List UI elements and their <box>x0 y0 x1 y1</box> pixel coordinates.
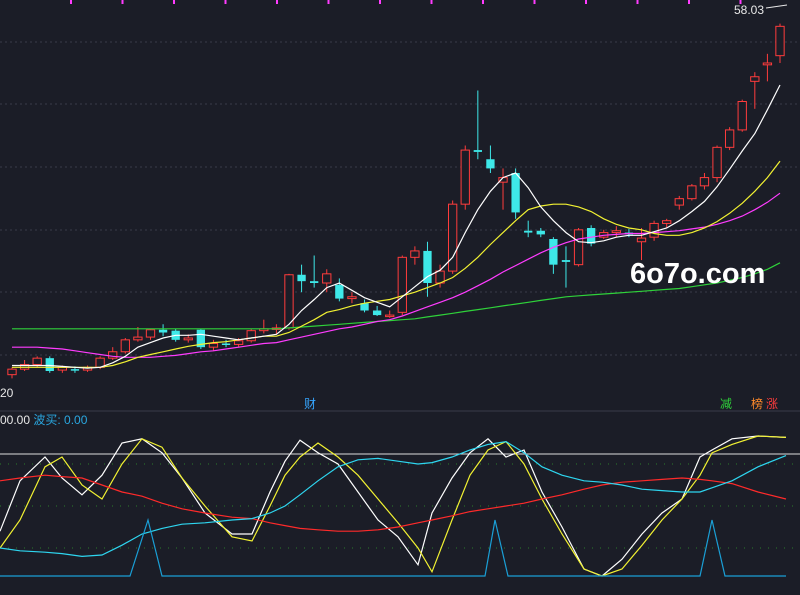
candle-body <box>410 250 420 258</box>
candle-body <box>712 146 722 179</box>
candle-body <box>511 173 520 213</box>
top-tick <box>70 0 72 4</box>
candle-body <box>473 150 482 152</box>
candle-body <box>32 357 42 366</box>
candle-body <box>120 339 130 353</box>
candle-body <box>246 330 256 342</box>
candle-body <box>662 220 672 224</box>
left-axis-value: 20 <box>0 386 14 400</box>
candle-body <box>524 230 533 233</box>
high-price-label: 58.03 <box>733 3 764 17</box>
indicator-slow-line <box>0 474 787 532</box>
candle-body <box>536 230 545 235</box>
top-tick <box>121 0 124 4</box>
candle-body <box>108 351 118 359</box>
candle-body <box>297 274 306 282</box>
candle-body <box>347 296 357 300</box>
candle-body <box>335 284 344 299</box>
candle-body <box>322 273 332 284</box>
top-tick <box>224 0 227 4</box>
candle-body <box>699 177 710 187</box>
indicator-value-1: 00.00 <box>0 413 31 427</box>
top-tick <box>327 0 330 4</box>
indicator-readout: 00.00 波买: 0.00 <box>0 413 87 427</box>
candle-body <box>724 129 735 148</box>
candle-body <box>145 329 156 338</box>
stock-chart-window: 58.03 20 财 减 榜 涨 00.00 波买: 0.00 6o7o.com <box>0 0 800 595</box>
candlestick-chart <box>0 0 800 577</box>
candle-body <box>737 101 747 131</box>
candle-body <box>573 229 584 266</box>
ma5-line <box>12 84 781 369</box>
top-tick <box>276 0 278 4</box>
high-price-pointer <box>765 4 788 9</box>
reduce-marker[interactable]: 减 <box>720 397 732 411</box>
candle-body <box>460 149 470 205</box>
candle-body <box>775 25 785 57</box>
candle-body <box>208 343 219 348</box>
candle-body <box>183 337 193 341</box>
candle-body <box>762 62 773 66</box>
top-tick <box>173 0 175 4</box>
financial-report-marker[interactable]: 财 <box>304 397 316 411</box>
indicator-value-2: 0.00 <box>60 413 88 427</box>
candle-body <box>158 329 168 333</box>
candle-body <box>221 343 231 345</box>
candle-body <box>7 368 17 376</box>
candle-body <box>687 185 697 200</box>
indicator-cyan-line <box>0 440 787 558</box>
candle-body <box>133 336 143 341</box>
candle-body <box>486 159 495 169</box>
candle-body <box>611 230 621 234</box>
candle-body <box>561 260 571 262</box>
indicator-name: 波买: <box>33 413 61 427</box>
top-tick <box>379 0 381 4</box>
candle-body <box>397 256 407 313</box>
top-tick <box>636 0 639 4</box>
top-tick <box>688 0 690 4</box>
candle-body <box>284 274 294 329</box>
candle-body <box>636 237 647 243</box>
dragon-list-marker[interactable]: 榜 <box>751 397 763 411</box>
top-tick <box>430 0 433 4</box>
candle-body <box>45 358 54 371</box>
candle-body <box>674 198 684 206</box>
candle-body <box>385 314 395 318</box>
top-tick <box>533 0 536 4</box>
candle-body <box>549 239 558 265</box>
candle-body <box>372 310 382 316</box>
rise-marker[interactable]: 涨 <box>766 397 778 411</box>
candle-body <box>586 228 596 244</box>
watermark-logo: 6o7o.com <box>630 258 766 290</box>
top-tick <box>585 0 587 4</box>
candle-body <box>750 76 760 82</box>
candle-body <box>310 281 319 283</box>
candle-body <box>70 369 80 371</box>
top-tick <box>482 0 484 4</box>
candle-body <box>233 340 244 345</box>
